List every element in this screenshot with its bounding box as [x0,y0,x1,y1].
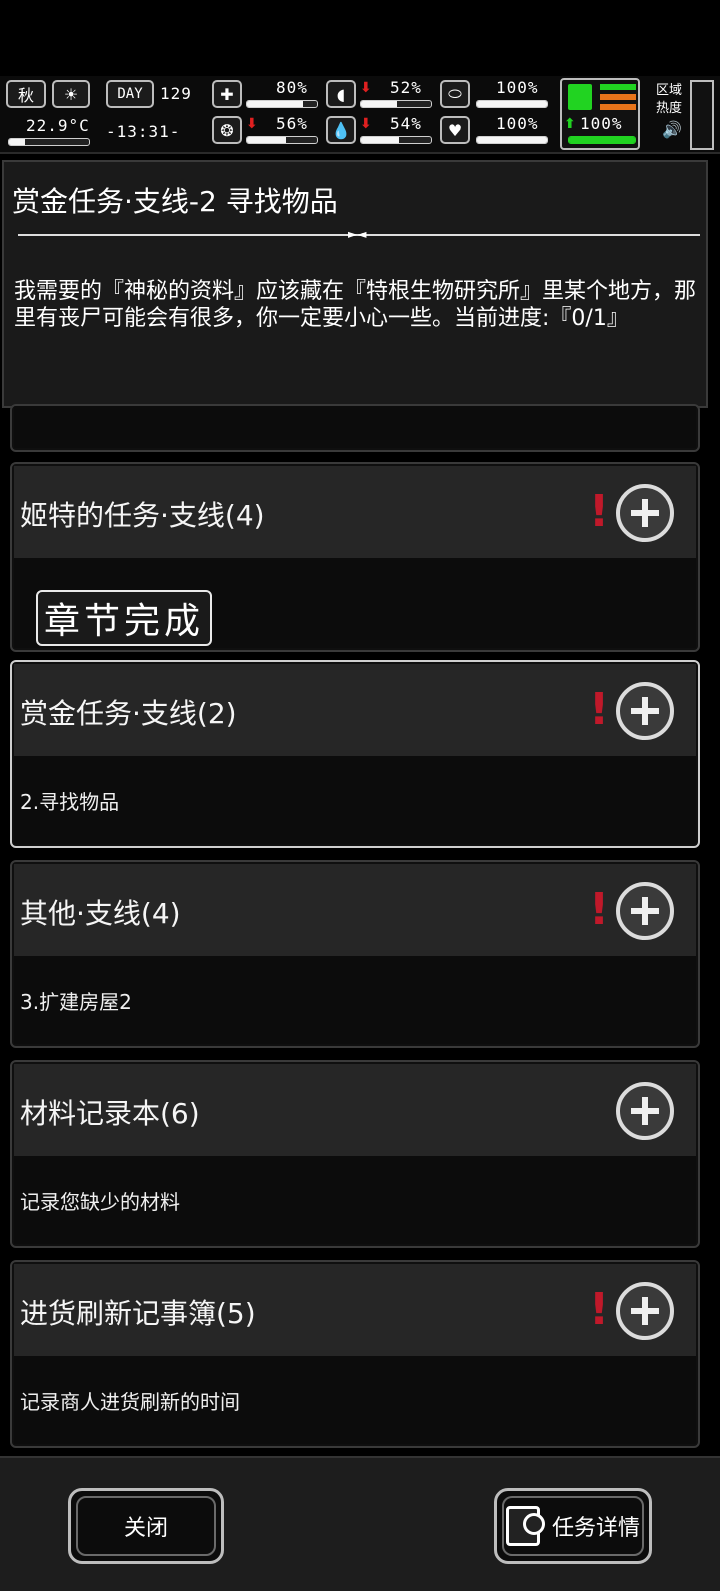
quest-card-body: 记录商人进货刷新的时间 [14,1356,696,1444]
speaker-icon[interactable]: 🔊 [662,120,682,139]
alert-icon: ! [589,884,610,935]
expand-plus-icon[interactable] [616,484,674,542]
quest-title: 赏金任务·支线(2) [20,697,237,730]
brain-icon: ❂ [212,116,242,144]
quest-card-kit[interactable]: 姬特的任务·支线(4) ! 章节完成 [10,462,700,652]
quest-title: 材料记录本(6) [20,1097,200,1130]
quest-title: 其他·支线(4) [20,897,181,930]
alert-icon: ! [589,486,610,537]
quest-subtitle: 记录商人进货刷新的时间 [20,1390,240,1414]
stomach-icon: ◖ [326,80,356,108]
water-drop-icon: 💧 [326,116,356,144]
quest-card-body: 记录您缺少的材料 [14,1156,696,1244]
hud: 秋 ☀ 22.9°C DAY 129 -13:31- ✚ 80% ◖ ⬇ 52%… [0,76,720,154]
sanity-bar [246,136,318,144]
quest-info-panel: 赏金任务·支线-2 寻找物品 ►◄ 我需要的『神秘的资料』应该藏在『特根生物研究… [2,160,708,408]
quest-card-body: 2.寻找物品 [14,756,696,844]
status-bar-area [0,0,720,76]
quest-card-chapter-complete[interactable] [10,404,700,452]
medkit-icon: ✚ [212,80,242,108]
quest-card-header: 姬特的任务·支线(4) ! [14,466,696,558]
thirst-trend-down-icon: ⬇ [360,116,372,132]
mood-bar [476,136,548,144]
quest-card-materials[interactable]: 材料记录本(6) 记录您缺少的材料 [10,1060,700,1248]
sun-icon: ☀ [52,80,90,108]
hunger-trend-down-icon: ⬇ [360,80,372,96]
hunger-value: 52% [390,78,422,97]
boot-icon [568,84,592,110]
quest-details-icon [505,1506,545,1546]
quest-card-header: 其他·支线(4) ! [14,864,696,956]
quest-details-button[interactable]: 任务详情 [494,1488,652,1564]
thirst-bar [360,136,432,144]
health-bar [246,100,318,108]
sanity-trend-down-icon: ⬇ [246,116,258,132]
stamina-value: 100% [580,114,623,133]
quest-card-header: 赏金任务·支线(2) ! [14,664,696,756]
season-badge: 秋 [6,80,46,108]
quest-subtitle: 3.扩建房屋2 [20,990,132,1014]
stamina-stripes [600,84,636,110]
day-badge: DAY [106,80,154,108]
quest-card-restock[interactable]: 进货刷新记事簿(5) ! 记录商人进货刷新的时间 [10,1260,700,1448]
quest-title: 姬特的任务·支线(4) [20,499,265,532]
alert-icon: ! [589,684,610,735]
bottom-bar: 关闭 任务详情 [0,1456,720,1591]
quest-title: 进货刷新记事簿(5) [20,1297,256,1330]
quest-card-header: 进货刷新记事簿(5) ! [14,1264,696,1356]
zone-heat-meter [690,80,714,150]
mood-value: 100% [496,114,539,133]
quest-info-description: 我需要的『神秘的资料』应该藏在『特根生物研究所』里某个地方，那里有丧尸可能会有很… [14,279,697,331]
divider: ►◄ [18,227,700,241]
stamina-bar [568,136,636,144]
thirst-value: 54% [390,114,422,133]
immunity-bar [476,100,548,108]
expand-plus-icon[interactable] [616,1082,674,1140]
temperature-bar [8,138,90,146]
quest-details-label: 任务详情 [551,1516,640,1541]
close-button[interactable]: 关闭 [68,1488,224,1564]
day-number: 129 [160,84,192,103]
expand-plus-icon[interactable] [616,882,674,940]
quest-card-body: 章节完成 [14,558,696,648]
quest-card-other[interactable]: 其他·支线(4) ! 3.扩建房屋2 [10,860,700,1048]
temperature-readout: 22.9°C [26,116,90,135]
sanity-value: 56% [276,114,308,133]
chapter-complete-stamp: 章节完成 [36,590,213,646]
quest-card-body: 3.扩建房屋2 [14,956,696,1044]
expand-plus-icon[interactable] [616,682,674,740]
hunger-bar [360,100,432,108]
close-button-label: 关闭 [123,1516,168,1541]
quest-card-header: 材料记录本(6) [14,1064,696,1156]
quest-info-title: 赏金任务·支线-2 寻找物品 [12,185,338,218]
clock-readout: -13:31- [106,122,181,141]
day-label: DAY [117,86,143,102]
immunity-value: 100% [496,78,539,97]
divider-arrows-icon: ►◄ [348,227,367,241]
quest-subtitle: 记录您缺少的材料 [20,1190,180,1214]
capsule-icon: ⬭ [440,80,470,108]
expand-plus-icon[interactable] [616,1282,674,1340]
season-label: 秋 [17,86,34,105]
quest-subtitle: 2.寻找物品 [20,790,120,814]
quest-card-bounty[interactable]: 赏金任务·支线(2) ! 2.寻找物品 [10,660,700,848]
stamina-trend-up-icon: ⬆ [564,116,576,132]
alert-icon: ! [589,1284,610,1335]
zone-heat-label: 区域热度 [656,83,683,116]
heart-icon: ♥ [440,116,470,144]
health-value: 80% [276,78,308,97]
